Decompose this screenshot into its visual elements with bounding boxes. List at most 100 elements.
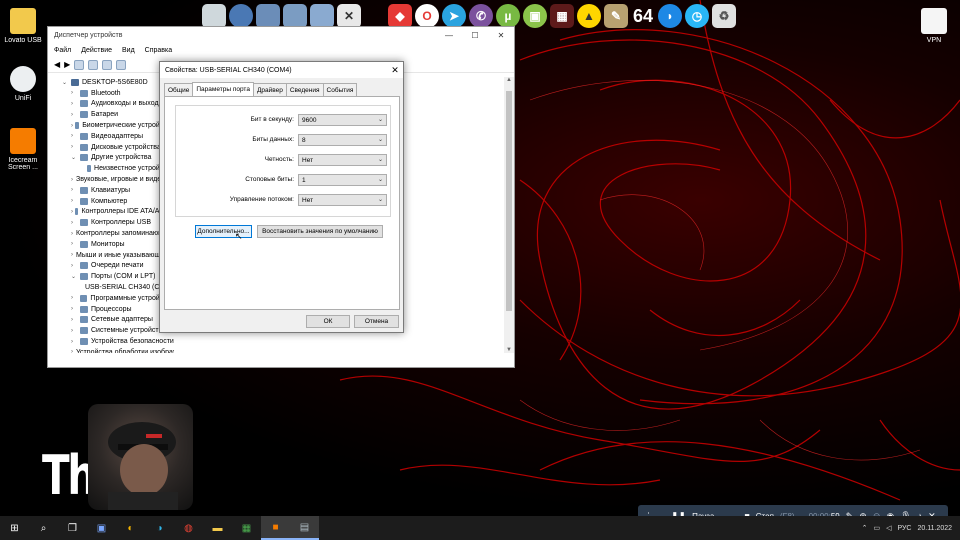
chrome-icon[interactable]: ◍: [174, 516, 203, 540]
menu-file[interactable]: Файл: [54, 47, 71, 54]
expand-icon[interactable]: ›: [71, 112, 80, 118]
tree-item[interactable]: › Биометрические устройства: [62, 120, 174, 131]
collapse-icon[interactable]: ⌄: [71, 273, 80, 280]
tree-item[interactable]: › Контроллеры IDE ATA/ATAPI: [62, 207, 174, 218]
store-icon[interactable]: ▦: [232, 516, 261, 540]
tree-item[interactable]: › Аудиовходы и выходы: [62, 99, 174, 110]
collapse-icon[interactable]: ⌄: [71, 154, 80, 161]
language-indicator[interactable]: РУС: [897, 525, 911, 532]
data-bits-select[interactable]: 8 ⌄: [298, 134, 387, 146]
ok-button[interactable]: ОК: [306, 315, 350, 328]
expand-icon[interactable]: ›: [71, 295, 80, 301]
folder-icon[interactable]: [256, 4, 280, 28]
scanner-icon[interactable]: ✎: [604, 4, 628, 28]
task-view-icon[interactable]: ❐: [58, 516, 87, 540]
restore-defaults-button[interactable]: Восстановить значения по умолчанию: [257, 225, 383, 238]
expand-icon[interactable]: ›: [71, 349, 73, 353]
advanced-button[interactable]: Дополнительно...: [195, 225, 252, 238]
expand-icon[interactable]: ›: [71, 144, 80, 150]
globe-icon[interactable]: [229, 4, 253, 28]
scroll-down-icon[interactable]: ▼: [504, 347, 514, 353]
expand-icon[interactable]: ›: [71, 177, 73, 183]
tree-item[interactable]: › Клавиатуры: [62, 185, 174, 196]
desktop-icon-vpn[interactable]: VPN: [911, 8, 957, 44]
cancel-button[interactable]: Отмена: [354, 315, 399, 328]
android-icon[interactable]: ▣: [523, 4, 547, 28]
back-icon[interactable]: ◀: [54, 60, 60, 69]
flow-control-select[interactable]: Нет ⌄: [298, 194, 387, 206]
tree-item[interactable]: ⌄ Другие устройства: [62, 153, 174, 164]
shark-icon[interactable]: ◗: [658, 4, 682, 28]
search-icon[interactable]: ⌕: [29, 516, 58, 540]
forward-icon[interactable]: ▶: [64, 60, 70, 69]
expand-icon[interactable]: ›: [71, 231, 73, 237]
expand-icon[interactable]: ›: [71, 328, 80, 334]
expand-icon[interactable]: ›: [71, 317, 80, 323]
tree-item[interactable]: › Видеоадаптеры: [62, 131, 174, 142]
help-icon[interactable]: [102, 59, 113, 70]
clock-date[interactable]: 20.11.2022: [917, 525, 952, 532]
save-icon[interactable]: ▣: [87, 516, 116, 540]
utorrent-icon[interactable]: µ: [496, 4, 520, 28]
tree-root[interactable]: ⌄ DESKTOP-5S6E80D: [62, 77, 174, 88]
tree-item[interactable]: › Контроллеры USB: [62, 217, 174, 228]
expand-icon[interactable]: ›: [71, 339, 80, 345]
close-icon[interactable]: ✕: [387, 65, 403, 76]
edge-legacy-icon[interactable]: ◐: [116, 516, 145, 540]
recycle-icon[interactable]: ♻: [712, 4, 736, 28]
tree-item[interactable]: › Программные устройства: [62, 293, 174, 304]
expand-icon[interactable]: ›: [71, 101, 80, 107]
tree-item[interactable]: ›Контроллеры запоминающих устройств: [62, 228, 174, 239]
expand-icon[interactable]: ›: [71, 198, 80, 204]
desktop-icon-lovato-usb[interactable]: Lovato USB: [0, 8, 46, 44]
tree-item[interactable]: › Мониторы: [62, 239, 174, 250]
folder-icon[interactable]: [310, 4, 334, 28]
scrollbar-thumb[interactable]: [506, 91, 512, 311]
tree-item[interactable]: ›Устройства обработки изображений: [62, 347, 174, 353]
tab-port-settings[interactable]: Параметры порта: [192, 82, 254, 96]
menu-help[interactable]: Справка: [145, 47, 172, 54]
tree-item[interactable]: Неизвестное устройство: [62, 163, 174, 174]
tree-item[interactable]: ⌄ Порты (COM и LPT): [62, 271, 174, 282]
film-icon[interactable]: ▦: [550, 4, 574, 28]
volume-icon[interactable]: ◁: [886, 524, 891, 532]
windows-start-icon[interactable]: ⊞: [0, 516, 29, 540]
parity-select[interactable]: Нет ⌄: [298, 154, 387, 166]
maximize-icon[interactable]: ☐: [462, 31, 488, 40]
expand-icon[interactable]: ›: [71, 220, 80, 226]
scrollbar[interactable]: ▲ ▼: [504, 77, 514, 353]
arrow-icon[interactable]: ▲: [577, 4, 601, 28]
expand-icon[interactable]: ›: [71, 187, 80, 193]
timer-icon[interactable]: ◷: [685, 4, 709, 28]
tab-driver[interactable]: Драйвер: [252, 83, 287, 96]
network-icon[interactable]: ▭: [873, 524, 880, 532]
collapse-icon[interactable]: ⌄: [62, 79, 71, 86]
tab-events[interactable]: События: [322, 83, 358, 96]
64-icon[interactable]: 64: [631, 4, 655, 28]
tree-item[interactable]: › Системные устройства: [62, 325, 174, 336]
tree-item[interactable]: › Батареи: [62, 109, 174, 120]
stop-bits-select[interactable]: 1 ⌄: [298, 174, 387, 186]
icecream-recorder-icon[interactable]: ■: [261, 516, 290, 540]
tab-details[interactable]: Сведения: [285, 83, 324, 96]
expand-icon[interactable]: ›: [71, 241, 80, 247]
anydesk-icon[interactable]: ◆: [388, 4, 412, 28]
tab-general[interactable]: Общие: [164, 83, 194, 96]
files-icon[interactable]: [202, 4, 226, 28]
expand-icon[interactable]: ›: [71, 263, 80, 269]
menu-view[interactable]: Вид: [122, 47, 135, 54]
minimize-icon[interactable]: —: [436, 31, 462, 40]
tray-chevron-icon[interactable]: ⌃: [862, 524, 868, 532]
scroll-up-icon[interactable]: ▲: [504, 77, 514, 83]
tree-item[interactable]: ›Мыши и иные указывающие устройства: [62, 250, 174, 261]
tree-item[interactable]: › Bluetooth: [62, 88, 174, 99]
tools-icon[interactable]: ✕: [337, 4, 361, 28]
baud-rate-select[interactable]: 9600 ⌄: [298, 114, 387, 126]
tree-item[interactable]: › Дисковые устройства: [62, 142, 174, 153]
tree-item[interactable]: › Компьютер: [62, 196, 174, 207]
list-icon[interactable]: [88, 59, 99, 70]
opera-icon[interactable]: O: [415, 4, 439, 28]
folder-icon[interactable]: [283, 4, 307, 28]
scan-icon[interactable]: [116, 59, 127, 70]
device-manager-icon[interactable]: ▤: [290, 516, 319, 540]
